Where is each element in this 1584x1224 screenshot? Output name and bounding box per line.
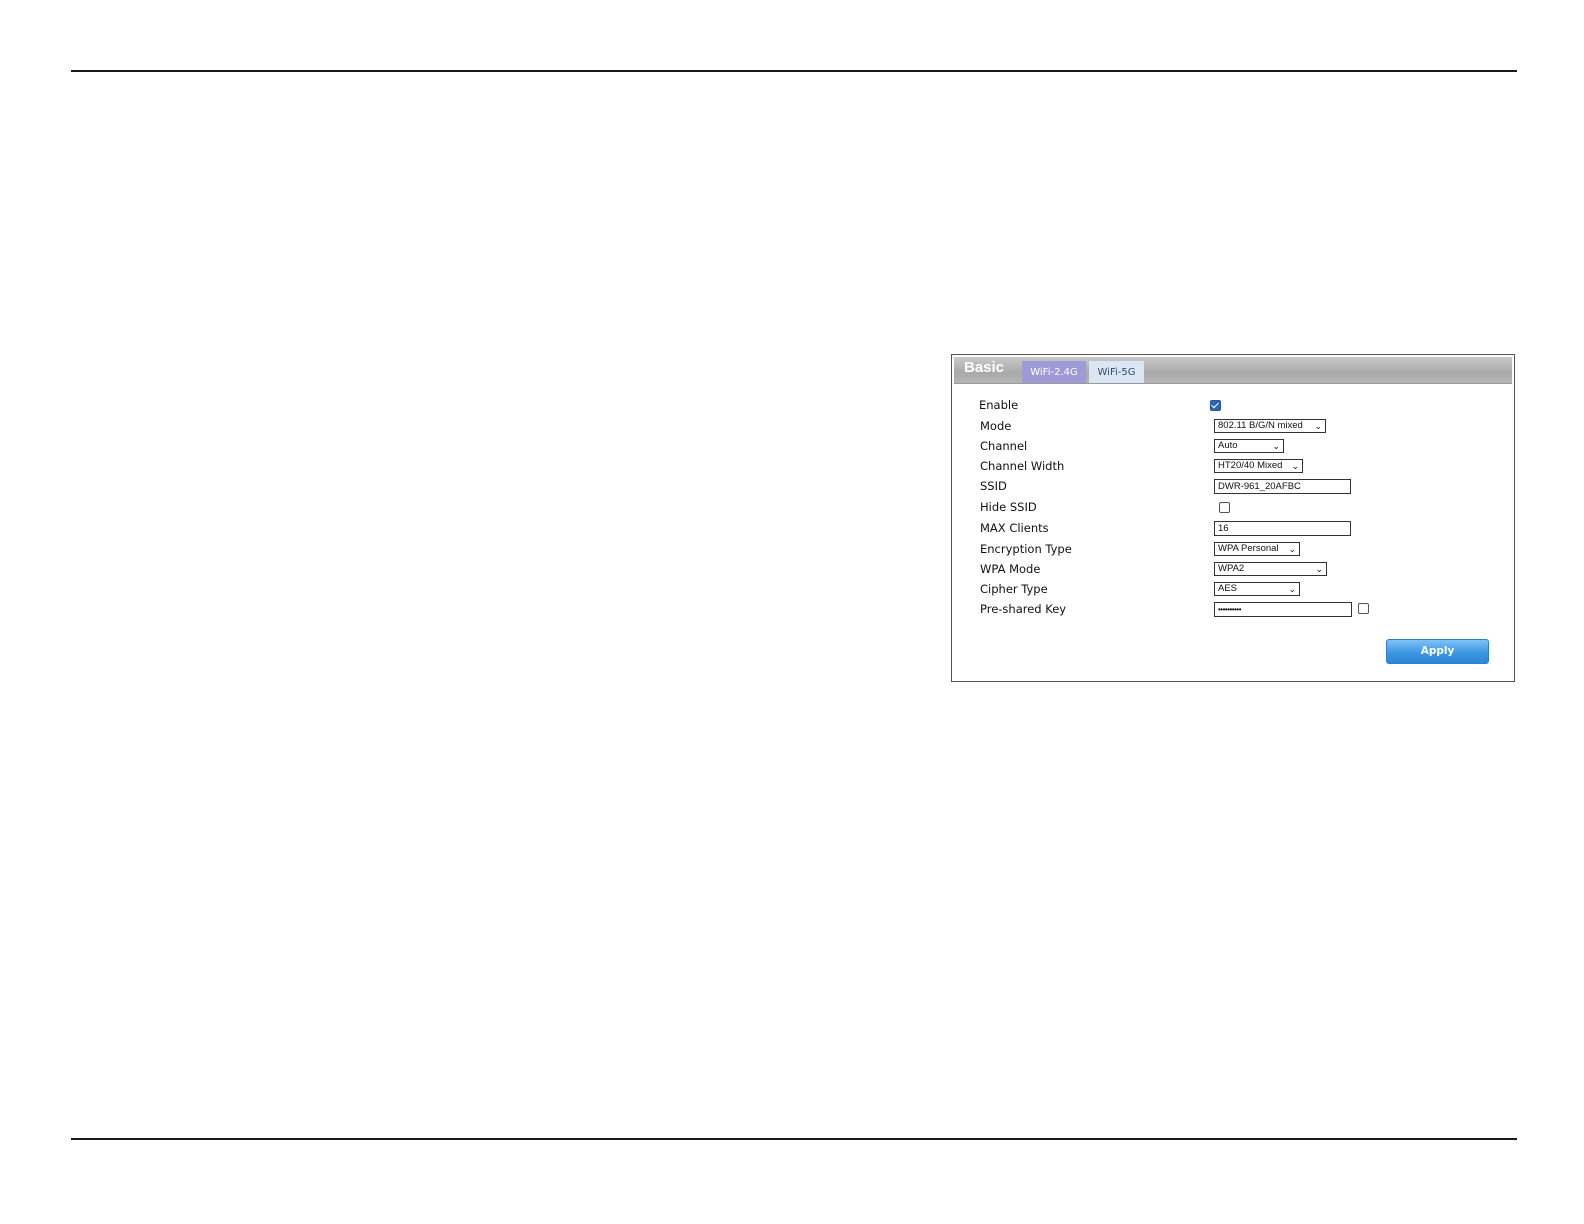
show-key-checkbox[interactable] [1358,603,1369,614]
row-encryption-type: Encryption Type WPA Personal ⌄ [952,541,1514,559]
panel-header: Basic WiFi-2.4G WiFi-5G [954,357,1512,384]
channel-width-label: Channel Width [980,459,1065,473]
row-hide-ssid: Hide SSID [952,499,1514,517]
row-wpa-mode: WPA Mode WPA2 ⌄ [952,561,1514,579]
encryption-type-label: Encryption Type [980,542,1072,556]
pre-shared-key-input[interactable]: •••••••••• [1214,602,1352,617]
row-channel-width: Channel Width HT20/40 Mixed ⌄ [952,458,1514,476]
channel-select[interactable]: Auto ⌄ [1214,439,1284,453]
chevron-down-icon: ⌄ [1291,461,1299,471]
encryption-type-select-value: WPA Personal [1218,543,1279,554]
wpa-mode-label: WPA Mode [980,562,1041,576]
row-cipher-type: Cipher Type AES ⌄ [952,581,1514,599]
ssid-label: SSID [980,479,1007,493]
wifi-basic-panel: Basic WiFi-2.4G WiFi-5G Enable Mode 802.… [951,354,1515,682]
ssid-input[interactable]: DWR-961_20AFBC [1214,479,1351,494]
cipher-type-select-value: AES [1218,583,1238,594]
row-ssid: SSID DWR-961_20AFBC [952,478,1514,496]
enable-checkbox[interactable] [1210,400,1221,411]
chevron-down-icon: ⌄ [1314,421,1322,431]
row-max-clients: MAX Clients 16 [952,520,1514,538]
chevron-down-icon: ⌄ [1315,564,1323,574]
row-channel: Channel Auto ⌄ [952,438,1514,456]
hide-ssid-checkbox[interactable] [1219,502,1230,513]
chevron-down-icon: ⌄ [1288,544,1296,554]
tab-wifi-5g[interactable]: WiFi-5G [1089,361,1144,383]
cipher-type-label: Cipher Type [980,582,1048,596]
channel-label: Channel [980,439,1028,453]
chevron-down-icon: ⌄ [1288,584,1296,594]
wpa-mode-select-value: WPA2 [1218,563,1245,574]
tab-wifi-2-4g[interactable]: WiFi-2.4G [1022,361,1086,383]
mode-label: Mode [980,419,1012,433]
hide-ssid-label: Hide SSID [980,500,1037,514]
bottom-divider [71,1138,1517,1140]
pre-shared-key-label: Pre-shared Key [980,602,1067,616]
row-mode: Mode 802.11 B/G/N mixed ⌄ [952,418,1514,436]
cipher-type-select[interactable]: AES ⌄ [1214,582,1300,596]
mode-select-value: 802.11 B/G/N mixed [1218,420,1303,431]
row-pre-shared-key: Pre-shared Key •••••••••• [952,601,1514,619]
channel-width-select-value: HT20/40 Mixed [1218,460,1283,471]
top-divider [71,70,1517,72]
apply-button[interactable]: Apply [1386,639,1489,664]
wpa-mode-select[interactable]: WPA2 ⌄ [1214,562,1327,576]
max-clients-input[interactable]: 16 [1214,521,1351,536]
max-clients-label: MAX Clients [980,521,1049,535]
enable-label: Enable [979,398,1019,412]
row-enable: Enable [952,397,1514,415]
panel-title: Basic [964,359,1005,376]
encryption-type-select[interactable]: WPA Personal ⌄ [1214,542,1300,556]
channel-width-select[interactable]: HT20/40 Mixed ⌄ [1214,459,1303,473]
chevron-down-icon: ⌄ [1272,441,1280,451]
channel-select-value: Auto [1218,440,1238,451]
mode-select[interactable]: 802.11 B/G/N mixed ⌄ [1214,419,1326,433]
